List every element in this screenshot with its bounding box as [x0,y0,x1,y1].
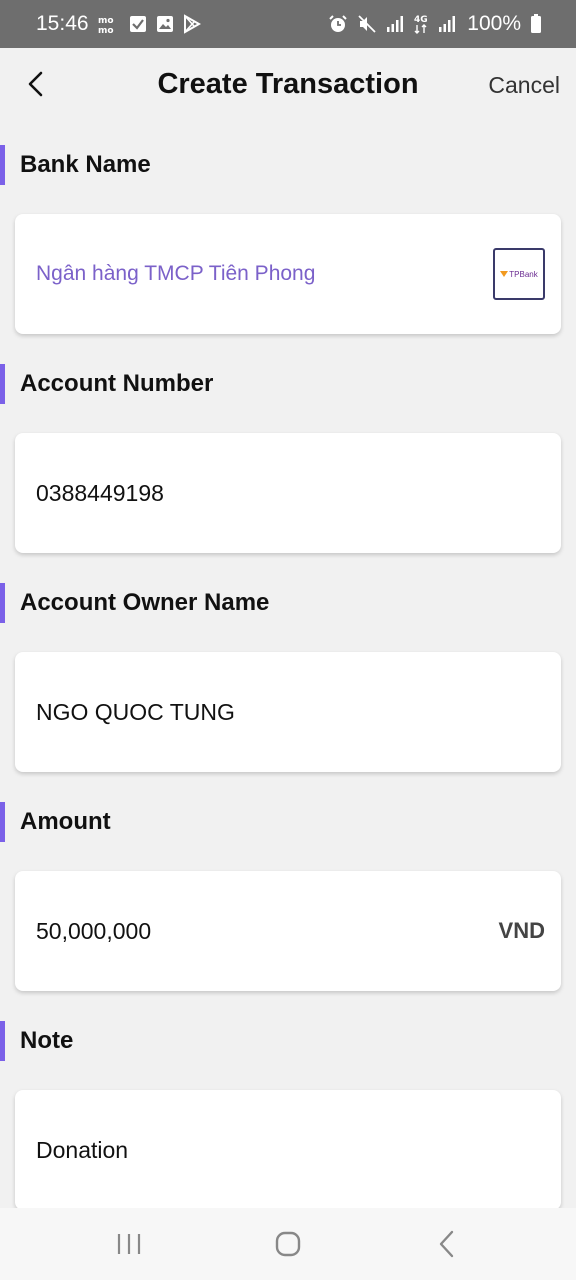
account-owner-label: Account Owner Name [20,589,270,616]
note-field[interactable]: Donation [15,1090,561,1210]
momo-icon: mo mo [98,14,120,34]
bank-logo-mark: TPBank [500,269,538,279]
svg-text:4G: 4G [414,15,428,25]
svg-text:mo: mo [98,16,114,26]
4g-data-icon: 4G [413,13,429,35]
bank-name-field[interactable]: Ngân hàng TMCP Tiên Phong TPBank [15,214,561,334]
section-accent-bar [0,802,5,842]
amount-label: Amount [20,808,111,835]
battery-percent: 100% [467,12,521,35]
status-left: 15:46 mo mo [36,12,201,36]
alarm-icon [328,14,348,34]
account-owner-field[interactable]: NGO QUOC TUNG [15,652,561,772]
bank-name-section-label: Bank Name [0,145,151,185]
cancel-button[interactable]: Cancel [488,72,560,99]
section-accent-bar [0,145,5,185]
signal-icon [438,15,456,33]
svg-text:mo: mo [98,26,114,34]
status-right: 4G 100% [328,12,542,36]
mute-icon [357,14,377,34]
section-accent-bar [0,364,5,404]
section-accent-bar [0,1021,5,1061]
note-label: Note [20,1027,74,1054]
amount-value: 50,000,000 [36,917,152,944]
signal-icon [386,15,404,33]
home-button[interactable] [258,1214,318,1274]
amount-field[interactable]: 50,000,000 VND [15,871,561,991]
account-owner-value: NGO QUOC TUNG [36,698,235,725]
back-nav-button[interactable] [417,1214,477,1274]
note-value: Donation [36,1136,129,1163]
account-number-field[interactable]: 0388449198 [15,433,561,553]
account-number-value: 0388449198 [36,479,164,506]
home-icon [275,1231,301,1257]
status-bar: 15:46 mo mo 4G 100% [0,0,576,48]
account-number-section-label: Account Number [0,364,213,404]
check-square-icon [129,15,147,33]
status-time: 15:46 [36,12,89,35]
tpbank-mark-icon [500,271,509,277]
section-accent-bar [0,583,5,623]
play-store-icon [183,14,201,34]
recent-apps-button[interactable] [99,1214,159,1274]
account-number-label: Account Number [20,370,214,397]
currency-label: VND [498,918,545,943]
bank-name-value: Ngân hàng TMCP Tiên Phong [36,262,316,285]
bank-logo: TPBank [493,248,545,300]
app-header: Create Transaction Cancel [0,48,576,126]
recent-apps-icon [118,1234,141,1254]
bank-name-label: Bank Name [20,151,151,178]
account-owner-section-label: Account Owner Name [0,583,269,623]
battery-icon [530,14,542,34]
amount-section-label: Amount [0,802,111,842]
back-nav-icon [439,1230,453,1258]
system-nav-bar [0,1208,576,1280]
bank-logo-text: TPBank [509,269,538,279]
note-section-label: Note [0,1021,73,1061]
image-icon [156,15,174,33]
